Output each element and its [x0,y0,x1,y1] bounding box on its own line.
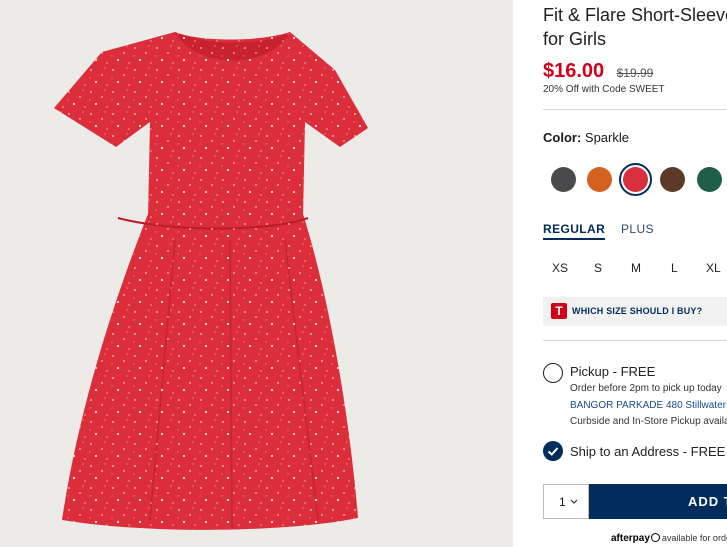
size-help-label: WHICH SIZE SHOULD I BUY? [572,306,703,316]
swatch-red-sparkle [623,167,648,192]
size-help-icon: T [551,303,567,319]
sale-price: $16.00 [543,60,605,82]
swatch-orange-floral[interactable] [587,167,612,192]
size-l[interactable]: L [671,261,678,275]
original-price: $19.99 [616,66,654,80]
color-label: Color: Sparkle [543,130,629,145]
title-line-1: Fit & Flare Short-Sleeve [543,5,727,25]
promo-text: 20% Off with Code SWEET [543,84,665,95]
pickup-title: Pickup - FREE [570,364,656,379]
quantity-select[interactable]: 1 [543,484,589,519]
afterpay-logo: afterpay [611,533,650,544]
color-value: Sparkle [584,130,629,145]
pickup-radio[interactable] [543,363,563,383]
checkmark-icon [547,447,559,456]
divider [543,340,727,341]
ship-radio[interactable] [543,441,563,461]
swatch-charcoal-dots[interactable] [551,167,576,192]
product-image[interactable] [0,0,513,547]
swatch-leopard[interactable] [660,167,685,192]
color-label-key: Color: [543,130,582,145]
pickup-availability: Curbside and In-Store Pickup available [570,416,727,427]
chevron-down-icon [570,499,578,504]
swatch-red-sparkle-selected[interactable] [619,163,652,196]
add-to-bag-button[interactable]: ADD TO BAG [589,484,727,519]
dress-illustration [54,32,368,530]
size-m[interactable]: M [631,261,641,275]
pickup-cutoff: Order before 2pm to pick up today [570,383,722,394]
quantity-value: 1 [559,495,566,509]
afterpay-icon [650,533,660,542]
size-xl[interactable]: XL [706,261,721,275]
afterpay-note: afterpay available for orders [611,533,727,544]
title-line-2: for Girls [543,29,606,49]
size-xs[interactable]: XS [552,261,568,275]
tab-regular[interactable]: REGULAR [543,222,606,240]
price-row: $16.00 $19.99 [543,60,653,83]
swatch-green-plaid[interactable] [697,167,722,192]
afterpay-text: available for orders [661,533,727,543]
divider [543,109,727,110]
size-s[interactable]: S [594,261,602,275]
add-to-bag-label: ADD TO BAG [688,494,727,509]
ship-title: Ship to an Address - FREE [570,444,726,459]
product-title: Fit & Flare Short-Sleeve for Girls [543,3,727,51]
pickup-store-link[interactable]: BANGOR PARKADE 480 Stillwater [570,400,726,411]
tab-plus[interactable]: PLUS [621,222,654,236]
product-details: Fit & Flare Short-Sleeve for Girls $16.0… [543,0,727,547]
size-help-button[interactable]: T WHICH SIZE SHOULD I BUY? [543,297,727,326]
